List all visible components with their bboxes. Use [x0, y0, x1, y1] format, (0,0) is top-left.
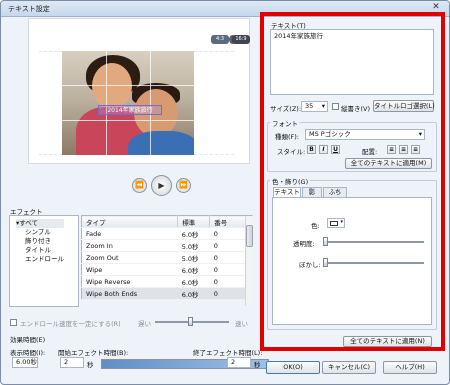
- ok-button[interactable]: OK(O): [266, 361, 320, 374]
- table-row[interactable]: Wipe 6.0秒 0: [81, 263, 253, 276]
- help-button[interactable]: ヘルプ(H): [383, 361, 437, 374]
- table-row[interactable]: Wipe Reverse 6.0秒 0: [81, 275, 253, 288]
- end-effect-time-label: 終了エフェクト時間(L):: [193, 349, 263, 357]
- endroll-speed-slider-knob[interactable]: [188, 317, 193, 326]
- display-time-label: 表示時間(I):: [10, 349, 46, 357]
- endroll-speed-label: エンドロール速度を一定にする(R): [20, 320, 121, 328]
- slow-label: 遅い: [138, 320, 151, 328]
- end-unit-label: 秒: [254, 361, 261, 369]
- start-effect-time-field[interactable]: 2: [60, 357, 84, 368]
- tree-item-endroll[interactable]: エンドロール: [16, 255, 64, 264]
- effect-time-label: 効果時間(E): [10, 336, 46, 344]
- start-unit-label: 秒: [87, 361, 94, 369]
- tree-item-simple[interactable]: シンプル: [16, 228, 64, 237]
- play-button[interactable]: ▶: [151, 175, 172, 196]
- tree-item-title[interactable]: タイトル: [16, 246, 64, 255]
- preview-photo: 2014年家族旅行: [62, 51, 194, 155]
- display-time-field[interactable]: 6.00秒: [12, 357, 38, 368]
- fast-label: 速い: [235, 320, 248, 328]
- table-row[interactable]: Wipe Both Ends 6.0秒 0: [81, 287, 253, 300]
- preview-area: 4:3 16:9 2014年家族旅行: [28, 18, 250, 164]
- effect-table-scrollbar[interactable]: [245, 216, 253, 306]
- aspect-16-9-badge[interactable]: 16:9: [232, 35, 250, 44]
- forward-button[interactable]: ⏩: [176, 178, 191, 193]
- table-row[interactable]: Fade 6.0秒 0: [81, 227, 253, 240]
- column-header-type[interactable]: タイプ: [81, 215, 179, 228]
- caption-text-box[interactable]: 2014年家族旅行: [98, 105, 162, 115]
- end-effect-time-field[interactable]: 2: [227, 357, 251, 368]
- start-effect-time-label: 開始エフェクト時間(B):: [58, 349, 129, 357]
- scrollbar-thumb[interactable]: [246, 225, 253, 247]
- tree-item-all[interactable]: ▾すべて: [16, 219, 64, 228]
- effect-table: タイプ 標準 番号 Fade 6.0秒 0 Zoom In 5.0秒 0 Zoom Ou…: [81, 215, 253, 300]
- highlight-frame: [260, 12, 445, 351]
- rewind-button[interactable]: ⏪: [132, 178, 147, 193]
- endroll-speed-checkbox[interactable]: [10, 319, 17, 326]
- effect-category-tree: ▾すべて シンプル 飾り付き タイトル エンドロール: [9, 215, 79, 307]
- aspect-4-3-badge[interactable]: 4:3: [211, 35, 229, 44]
- table-row[interactable]: Zoom In 5.0秒 0: [81, 239, 253, 252]
- effect-table-header: タイプ 標準 番号: [81, 215, 253, 228]
- window-title: テキスト設定: [8, 5, 50, 13]
- text-settings-window: テキスト設定 ✕ 4:3 16:9 2014年家族旅行 ⏪ ▶ ⏩ エフェクト …: [0, 0, 450, 385]
- tree-item-decorated[interactable]: 飾り付き: [16, 237, 64, 246]
- column-header-standard[interactable]: 標準: [177, 215, 211, 228]
- table-row[interactable]: Zoom Out 5.0秒 0: [81, 251, 253, 264]
- cancel-button[interactable]: キャンセル(C): [322, 361, 376, 374]
